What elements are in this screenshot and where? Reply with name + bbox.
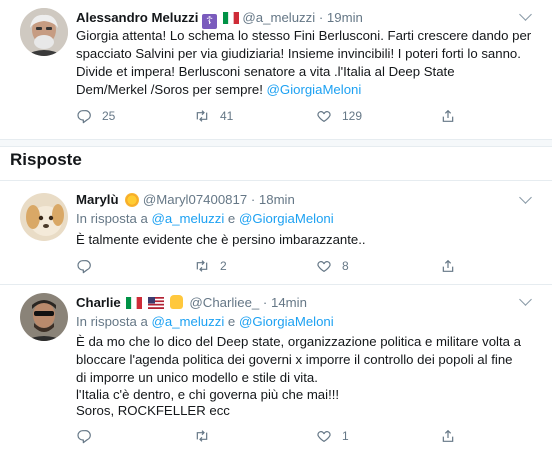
retweet-icon xyxy=(196,430,208,442)
author-name[interactable]: Marylù xyxy=(76,192,119,207)
tweet-header: Marylù @Maryl07400817 · 18min xyxy=(76,191,295,209)
tweet-text-line: Divide et impera! Berlusconi senatore a … xyxy=(76,64,455,79)
reply-button[interactable] xyxy=(76,258,102,274)
mention-link[interactable]: @GiorgiaMeloni xyxy=(239,314,334,329)
mention-link[interactable]: @a_meluzzi xyxy=(152,314,225,329)
in-reply-to: In risposta a @a_meluzzi e @GiorgiaMelon… xyxy=(76,210,334,228)
chevron-down-icon[interactable] xyxy=(519,191,532,204)
like-button[interactable]: 1 xyxy=(316,428,349,444)
timestamp[interactable]: 19min xyxy=(327,10,363,25)
tweet-text-line: Soros, ROCKFELLER ecc xyxy=(76,403,230,418)
author-handle[interactable]: @a_meluzzi xyxy=(242,10,315,25)
heart-icon xyxy=(317,261,331,273)
tweet-text-line: spacciato Salvini per via giudiziaria! I… xyxy=(76,46,521,61)
section-title: Risposte xyxy=(10,150,82,169)
reply-icon xyxy=(77,260,91,274)
separator-dot: · xyxy=(250,192,256,207)
retweet-icon xyxy=(196,260,208,272)
tweet-text-line: di imporre un unico modello e stile di v… xyxy=(76,370,318,385)
author-handle[interactable]: @Charliee_ xyxy=(189,295,259,310)
reply-button[interactable]: 25 xyxy=(76,108,115,124)
share-button[interactable] xyxy=(440,108,466,124)
avatar[interactable] xyxy=(20,293,68,341)
mention-link[interactable]: @GiorgiaMeloni xyxy=(267,82,362,97)
sun-emoji-icon xyxy=(125,193,140,207)
mention-link[interactable]: @a_meluzzi xyxy=(152,211,225,226)
tweet-text-line: Giorgia attenta! Lo schema lo stesso Fin… xyxy=(76,28,532,43)
share-icon xyxy=(442,429,454,442)
tweet-text-line: bloccare l'agenda politica dei governi x… xyxy=(76,352,513,367)
author-name[interactable]: Alessandro Meluzzi xyxy=(76,10,198,25)
in-reply-label: In risposta a xyxy=(76,314,152,329)
reply-icon xyxy=(77,110,91,124)
retweet-count: 41 xyxy=(220,109,234,123)
tweet-header: Alessandro Meluzzi ☦ @a_meluzzi · 19min xyxy=(76,9,363,29)
italy-flag-icon xyxy=(222,11,239,25)
like-count: 1 xyxy=(342,429,349,443)
tweet-actions: 1 xyxy=(76,428,516,444)
share-icon xyxy=(442,109,454,122)
timestamp[interactable]: 14min xyxy=(271,295,307,310)
tweet-text-line: È da mo che lo dico del Deep state, orga… xyxy=(76,334,521,349)
in-reply-label: In risposta a xyxy=(76,211,152,226)
like-count: 129 xyxy=(342,109,363,123)
tweet-text: Dem/Merkel /Soros per sempre! xyxy=(76,82,267,97)
tweet-text-line: È talmente evidente che è persino imbara… xyxy=(76,232,366,247)
retweet-button[interactable]: 2 xyxy=(194,258,227,274)
tweet-header: Charlie @Charliee_ · 14min xyxy=(76,294,307,312)
in-reply-to: In risposta a @a_meluzzi e @GiorgiaMelon… xyxy=(76,313,334,331)
separator-dot: · xyxy=(318,10,324,25)
in-reply-and: e xyxy=(224,211,239,226)
tweet-actions: 2 8 xyxy=(76,258,516,274)
reply-tweet[interactable]: Charlie @Charliee_ · 14min In risposta a… xyxy=(0,285,552,457)
author-name[interactable]: Charlie xyxy=(76,295,121,310)
retweet-button[interactable]: 41 xyxy=(194,108,233,124)
italy-flag-icon xyxy=(126,296,143,310)
like-button[interactable]: 129 xyxy=(316,108,362,124)
share-button[interactable] xyxy=(440,258,466,274)
reply-count: 25 xyxy=(102,109,116,123)
heart-icon xyxy=(317,431,331,443)
share-button[interactable] xyxy=(440,428,466,444)
tweet-text-line: Dem/Merkel /Soros per sempre! @GiorgiaMe… xyxy=(76,81,361,99)
reply-icon xyxy=(77,430,91,444)
timestamp[interactable]: 18min xyxy=(259,192,295,207)
retweet-icon xyxy=(196,110,208,122)
heart-icon xyxy=(317,111,331,123)
separator-dot: · xyxy=(262,295,268,310)
avatar[interactable] xyxy=(20,8,68,56)
raised-fist-icon xyxy=(169,295,183,309)
reply-tweet[interactable]: Marylù @Maryl07400817 · 18min In rispost… xyxy=(0,181,552,285)
retweet-count: 2 xyxy=(220,259,227,273)
reply-button[interactable] xyxy=(76,428,102,444)
section-divider xyxy=(0,140,552,147)
mention-link[interactable]: @GiorgiaMeloni xyxy=(239,211,334,226)
tweet-actions: 25 41 129 xyxy=(76,108,516,124)
share-icon xyxy=(442,259,454,272)
like-count: 8 xyxy=(342,259,349,273)
usa-flag-icon xyxy=(148,296,165,309)
retweet-button[interactable] xyxy=(194,428,220,444)
chevron-down-icon[interactable] xyxy=(519,8,532,21)
avatar[interactable] xyxy=(20,193,68,241)
chevron-down-icon[interactable] xyxy=(519,293,532,306)
in-reply-and: e xyxy=(224,314,239,329)
author-handle[interactable]: @Maryl07400817 xyxy=(143,192,247,207)
main-tweet[interactable]: Alessandro Meluzzi ☦ @a_meluzzi · 19min … xyxy=(0,0,552,140)
like-button[interactable]: 8 xyxy=(316,258,349,274)
